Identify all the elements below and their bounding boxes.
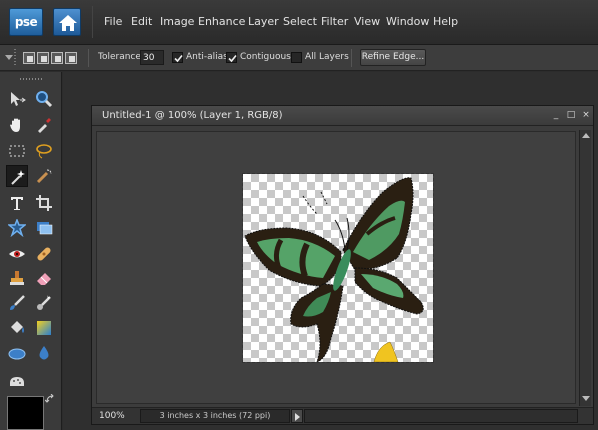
document-title: Untitled-1 @ 100% (Layer 1, RGB/8) xyxy=(102,110,283,121)
tool-options-bar: Tolerance: Anti-alias Contiguous All Lay… xyxy=(0,45,598,71)
hand-tool-icon[interactable] xyxy=(6,114,28,136)
toolbox-grip[interactable] xyxy=(20,78,42,80)
scroll-down-icon[interactable] xyxy=(582,396,590,401)
close-button[interactable]: × xyxy=(581,110,591,120)
contiguous-checkbox[interactable] xyxy=(226,52,237,63)
home-icon xyxy=(59,15,77,31)
tolerance-label: Tolerance: xyxy=(98,52,144,62)
refine-edge-button[interactable]: Refine Edge... xyxy=(360,49,426,66)
menu-image[interactable]: Image xyxy=(160,15,194,28)
clone-stamp-tool-icon[interactable] xyxy=(6,267,28,289)
quick-selection-tool-icon[interactable] xyxy=(33,165,55,187)
document-size-info: 3 inches x 3 inches (72 ppi) xyxy=(140,409,290,423)
menu-edit[interactable]: Edit xyxy=(131,15,152,28)
options-divider xyxy=(88,49,89,67)
add-selection-mode-icon[interactable] xyxy=(37,52,49,64)
smart-brush-tool-icon[interactable] xyxy=(33,292,55,314)
menu-bar: pse File Edit Image Enhance Layer Select… xyxy=(0,0,598,45)
move-tool-icon[interactable] xyxy=(6,88,28,110)
menu-enhance[interactable]: Enhance xyxy=(198,15,245,28)
swap-colors-icon[interactable] xyxy=(45,394,55,404)
rectangular-marquee-tool-icon[interactable] xyxy=(6,140,28,162)
menu-layer[interactable]: Layer xyxy=(248,15,279,28)
intersect-selection-mode-icon[interactable] xyxy=(65,52,77,64)
menu-filter[interactable]: Filter xyxy=(321,15,348,28)
all-layers-checkbox[interactable] xyxy=(291,52,302,63)
butterfly-image xyxy=(244,177,424,362)
red-eye-tool-icon[interactable] xyxy=(6,243,28,265)
eyedropper-tool-icon[interactable] xyxy=(33,114,55,136)
straighten-tool-icon[interactable] xyxy=(33,217,55,239)
magic-wand-tool-icon[interactable] xyxy=(6,165,28,187)
spot-healing-tool-icon[interactable] xyxy=(33,243,55,265)
zoom-tool-icon[interactable] xyxy=(33,88,55,110)
status-bar: 100% 3 inches x 3 inches (72 ppi) xyxy=(92,407,593,424)
yellow-butterfly-fragment xyxy=(373,341,399,362)
options-grip[interactable] xyxy=(14,49,16,67)
eraser-tool-icon[interactable] xyxy=(33,267,55,289)
all-layers-label: All Layers xyxy=(305,52,349,62)
shape-tool-icon[interactable] xyxy=(6,342,28,364)
menu-divider xyxy=(92,6,93,38)
zoom-level[interactable]: 100% xyxy=(99,411,125,421)
paint-bucket-tool-icon[interactable] xyxy=(6,317,28,339)
type-tool-icon[interactable] xyxy=(6,192,28,214)
menu-view[interactable]: View xyxy=(354,15,380,28)
menu-select[interactable]: Select xyxy=(283,15,317,28)
lasso-tool-icon[interactable] xyxy=(33,140,55,162)
vertical-scrollbar[interactable] xyxy=(579,130,591,406)
home-button[interactable] xyxy=(53,8,81,36)
cookie-cutter-tool-icon[interactable] xyxy=(6,217,28,239)
crop-tool-icon[interactable] xyxy=(33,192,55,214)
checkmark-icon xyxy=(174,54,183,63)
contiguous-label: Contiguous xyxy=(240,52,291,62)
tolerance-input[interactable] xyxy=(140,50,164,65)
anti-alias-checkbox[interactable] xyxy=(172,52,183,63)
foreground-color-swatch[interactable] xyxy=(7,396,44,430)
blur-tool-icon[interactable] xyxy=(33,342,55,364)
app-logo[interactable]: pse xyxy=(9,8,43,36)
document-title-bar[interactable]: Untitled-1 @ 100% (Layer 1, RGB/8) _ □ × xyxy=(92,106,593,126)
minimize-button[interactable]: _ xyxy=(551,110,561,120)
brush-tool-icon[interactable] xyxy=(6,292,28,314)
toolbox xyxy=(0,72,62,430)
scroll-up-icon[interactable] xyxy=(582,133,590,138)
horizontal-scrollbar[interactable] xyxy=(304,409,578,423)
checkmark-icon xyxy=(228,54,237,63)
options-divider xyxy=(351,49,352,67)
new-selection-mode-icon[interactable] xyxy=(23,52,35,64)
maximize-button[interactable]: □ xyxy=(566,110,576,120)
menu-window[interactable]: Window xyxy=(386,15,429,28)
sponge-tool-icon[interactable] xyxy=(6,370,28,392)
anti-alias-label: Anti-alias xyxy=(186,52,228,62)
menu-file[interactable]: File xyxy=(104,15,122,28)
gradient-tool-icon[interactable] xyxy=(33,317,55,339)
info-menu-arrow-icon[interactable] xyxy=(291,409,303,423)
chevron-down-icon[interactable] xyxy=(5,55,13,60)
menu-help[interactable]: Help xyxy=(433,15,458,28)
subtract-selection-mode-icon[interactable] xyxy=(51,52,63,64)
